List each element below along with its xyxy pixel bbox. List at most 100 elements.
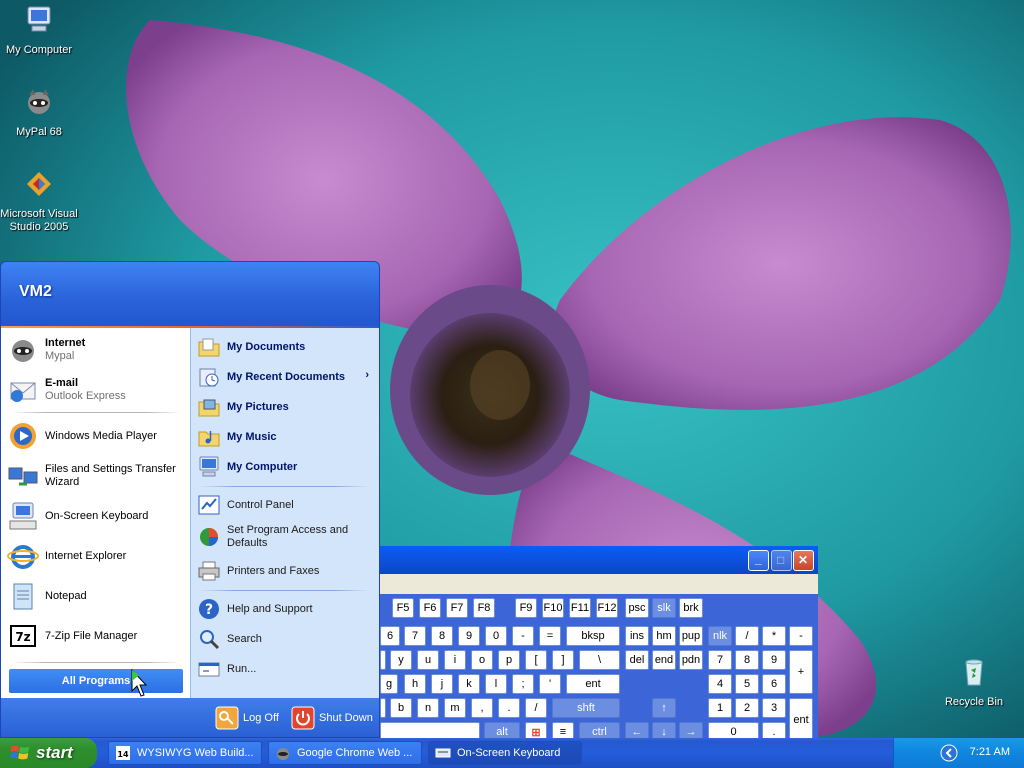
maximize-button[interactable]: □ [771, 550, 792, 571]
key[interactable]: ; [512, 674, 534, 694]
key[interactable]: F12 [596, 598, 618, 618]
key[interactable]: . [498, 698, 520, 718]
key[interactable]: F11 [569, 598, 591, 618]
menu-item-set-program-access[interactable]: Set Program Access and Defaults [197, 522, 375, 552]
key[interactable]: p [498, 650, 520, 670]
key[interactable]: b [390, 698, 412, 718]
key[interactable]: + [789, 650, 813, 694]
key[interactable]: 6 [380, 626, 400, 646]
menu-item-internet[interactable]: Internet Mypal [7, 332, 185, 368]
menu-item-help-support[interactable]: ? Help and Support [197, 596, 375, 622]
menu-item-notepad[interactable]: Notepad [7, 578, 185, 614]
key[interactable] [380, 650, 386, 670]
key[interactable]: del [625, 650, 649, 670]
menu-item-my-recent-documents[interactable]: My Recent Documents › [197, 364, 375, 390]
menu-item-printers-faxes[interactable]: Printers and Faxes [197, 558, 375, 584]
key[interactable]: [ [525, 650, 547, 670]
menu-item-control-panel[interactable]: Control Panel [197, 492, 375, 518]
menu-item-files-settings-transfer[interactable]: Files and Settings Transfer Wizard [7, 458, 185, 494]
task-on-screen-keyboard[interactable]: On-Screen Keyboard [428, 741, 582, 765]
key[interactable]: ↑ [652, 698, 676, 718]
key[interactable]: ] [552, 650, 574, 670]
key[interactable]: 4 [708, 674, 732, 694]
key[interactable]: 1 [708, 698, 732, 718]
key[interactable]: / [525, 698, 547, 718]
key[interactable]: / [735, 626, 759, 646]
key[interactable]: y [390, 650, 412, 670]
key[interactable]: pdn [679, 650, 703, 670]
clock[interactable]: 7:21 AM [970, 746, 1010, 758]
key[interactable]: i [444, 650, 466, 670]
key[interactable]: ent [566, 674, 620, 694]
key[interactable]: 9 [762, 650, 786, 670]
key[interactable]: m [444, 698, 466, 718]
key[interactable]: F8 [473, 598, 495, 618]
key[interactable]: F7 [446, 598, 468, 618]
menu-item-run[interactable]: Run... [197, 656, 375, 682]
key[interactable]: 5 [735, 674, 759, 694]
key[interactable]: 8 [735, 650, 759, 670]
task-wysiwyg[interactable]: 14 WYSIWYG Web Build... [108, 741, 262, 765]
key[interactable]: F6 [419, 598, 441, 618]
all-programs-button[interactable]: All Programs [9, 669, 183, 693]
key[interactable]: 7 [708, 650, 732, 670]
key[interactable]: = [539, 626, 561, 646]
key[interactable]: 3 [762, 698, 786, 718]
key[interactable]: 8 [431, 626, 453, 646]
key[interactable]: 7 [404, 626, 426, 646]
key[interactable]: brk [679, 598, 703, 618]
menu-item-my-pictures[interactable]: My Pictures [197, 394, 375, 420]
start-button[interactable]: start [0, 738, 97, 768]
menu-item-on-screen-keyboard[interactable]: On-Screen Keyboard [7, 498, 185, 534]
menu-item-windows-media-player[interactable]: Windows Media Player [7, 418, 185, 454]
key[interactable]: ent [789, 698, 813, 742]
close-button[interactable]: ✕ [793, 550, 814, 571]
key[interactable]: psc [625, 598, 649, 618]
menu-item-search[interactable]: Search [197, 626, 375, 652]
key[interactable]: h [404, 674, 426, 694]
key[interactable]: hm [652, 626, 676, 646]
key[interactable]: F5 [392, 598, 414, 618]
key[interactable]: F10 [542, 598, 564, 618]
key[interactable]: l [485, 674, 507, 694]
key[interactable]: , [471, 698, 493, 718]
key[interactable]: g [380, 674, 398, 694]
task-google-chrome[interactable]: Google Chrome Web ... [268, 741, 422, 765]
key[interactable]: pup [679, 626, 703, 646]
key[interactable]: slk [652, 598, 676, 618]
desktop-icon-recycle-bin[interactable]: Recycle Bin [935, 656, 1013, 709]
key[interactable]: 9 [458, 626, 480, 646]
window-titlebar[interactable]: _ □ ✕ [380, 546, 818, 574]
key[interactable]: \ [579, 650, 620, 670]
menu-item-7zip[interactable]: 7z 7-Zip File Manager [7, 618, 185, 654]
show-hidden-icons-icon[interactable] [940, 744, 958, 762]
key[interactable]: - [789, 626, 813, 646]
key[interactable]: o [471, 650, 493, 670]
menu-item-internet-explorer[interactable]: Internet Explorer [7, 538, 185, 574]
menu-item-my-documents[interactable]: My Documents [197, 334, 375, 360]
key[interactable]: u [417, 650, 439, 670]
key[interactable]: j [431, 674, 453, 694]
key[interactable]: nlk [708, 626, 732, 646]
log-off-button[interactable]: Log Off [215, 706, 279, 730]
key[interactable]: shft [552, 698, 620, 718]
key[interactable]: ins [625, 626, 649, 646]
key[interactable]: 2 [735, 698, 759, 718]
menu-item-email[interactable]: E-mail Outlook Express [7, 372, 185, 408]
menu-item-my-music[interactable]: My Music [197, 424, 375, 450]
menu-item-my-computer[interactable]: My Computer [197, 454, 375, 480]
shut-down-button[interactable]: Shut Down [291, 706, 373, 730]
desktop-icon-mypal[interactable]: MyPal 68 [0, 86, 78, 139]
desktop-icon-my-computer[interactable]: My Computer [0, 4, 78, 57]
key[interactable]: - [512, 626, 534, 646]
key[interactable]: k [458, 674, 480, 694]
key[interactable]: * [762, 626, 786, 646]
key[interactable]: bksp [566, 626, 620, 646]
key[interactable]: ' [539, 674, 561, 694]
key[interactable] [380, 698, 386, 718]
key[interactable]: n [417, 698, 439, 718]
key[interactable]: 0 [485, 626, 507, 646]
key[interactable]: 6 [762, 674, 786, 694]
key[interactable]: end [652, 650, 676, 670]
minimize-button[interactable]: _ [748, 550, 769, 571]
